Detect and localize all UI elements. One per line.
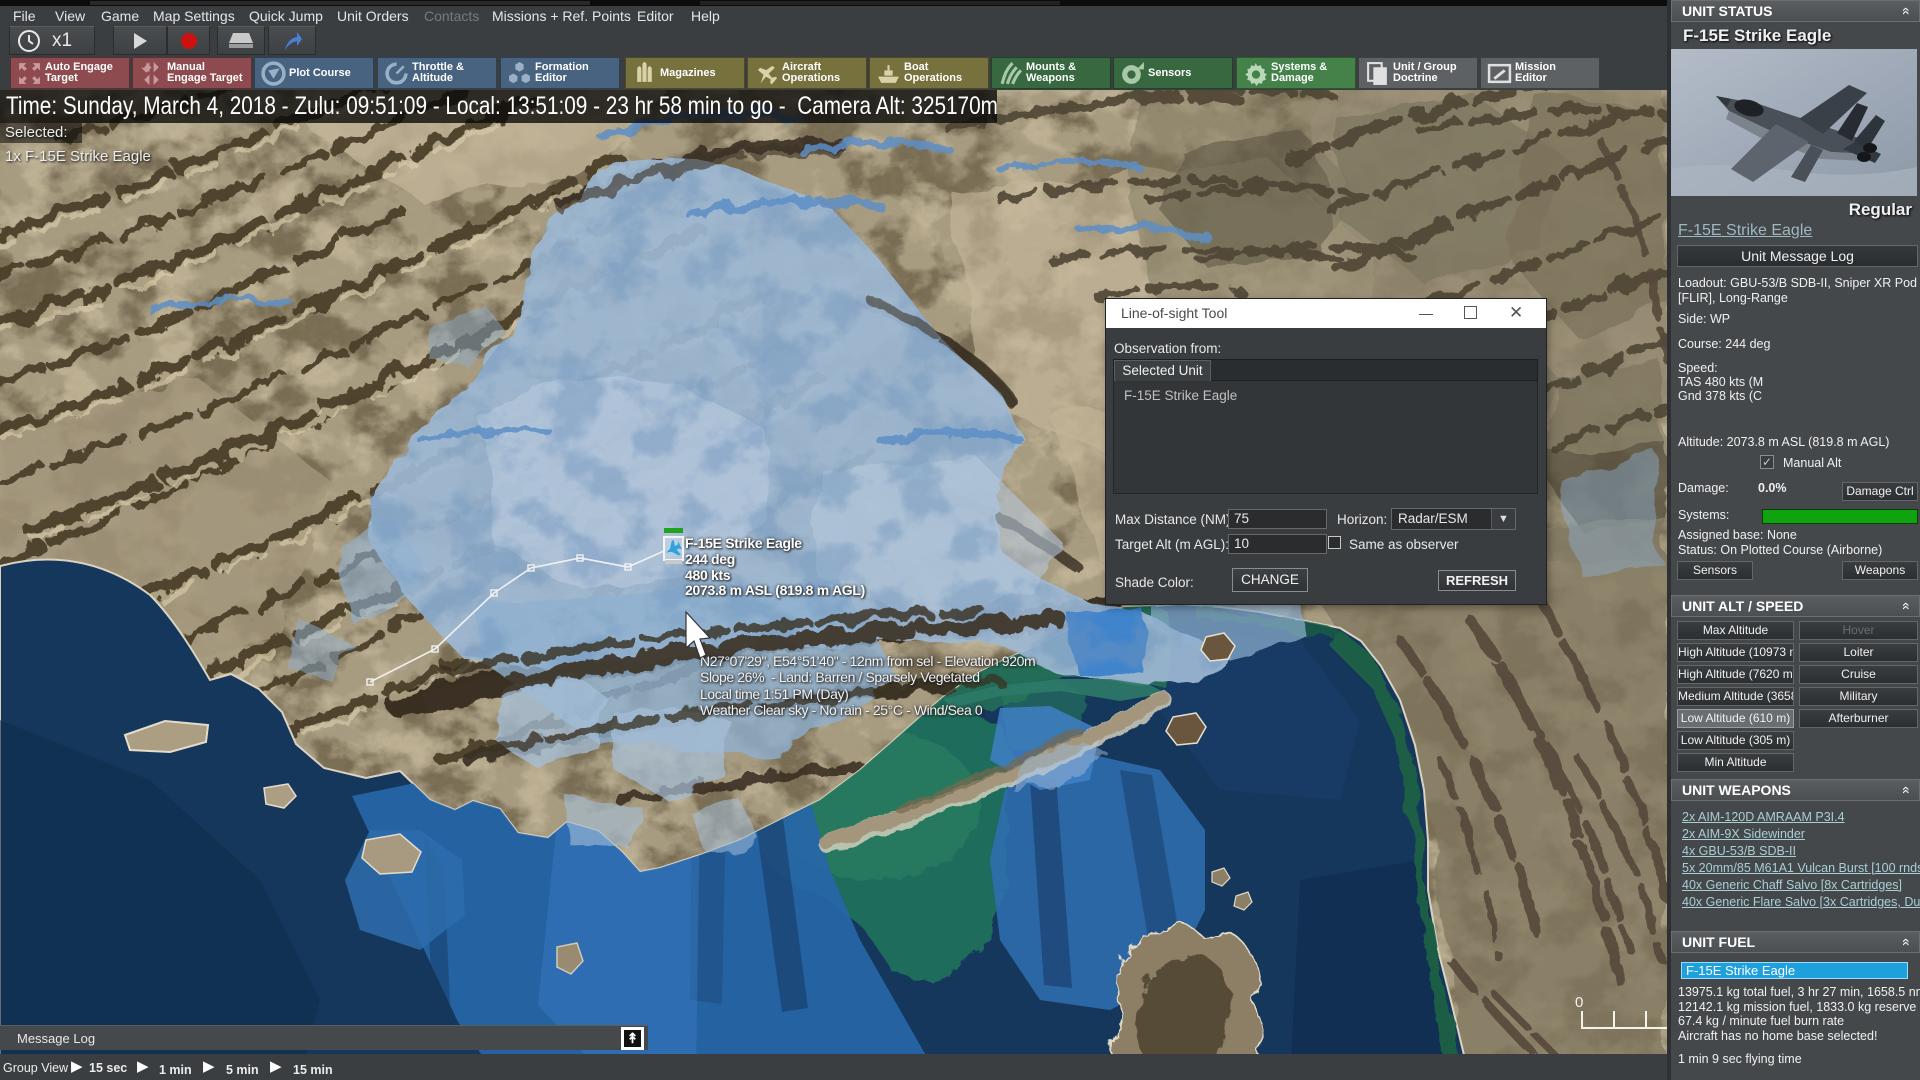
svg-text:0: 0 — [1575, 994, 1583, 1011]
